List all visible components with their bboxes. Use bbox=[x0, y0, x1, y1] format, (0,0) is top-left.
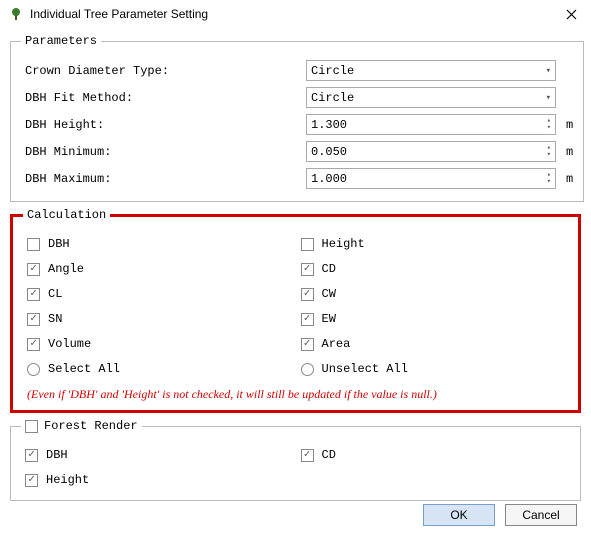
checkbox-label: Height bbox=[46, 473, 89, 487]
spin-arrows-icon: ▴▾ bbox=[547, 172, 551, 186]
chevron-down-icon: ▾ bbox=[546, 93, 551, 103]
ok-button[interactable]: OK bbox=[423, 504, 495, 526]
calc-checkbox-item[interactable]: Area bbox=[301, 334, 565, 354]
crown-diameter-type-value: Circle bbox=[311, 64, 354, 78]
titlebar: Individual Tree Parameter Setting bbox=[0, 0, 591, 28]
close-icon bbox=[566, 9, 577, 20]
checkbox[interactable] bbox=[27, 263, 40, 276]
dbh-fit-method-value: Circle bbox=[311, 91, 354, 105]
checkbox[interactable] bbox=[27, 338, 40, 351]
checkbox-label: Volume bbox=[48, 337, 91, 351]
checkbox-label: Area bbox=[322, 337, 351, 351]
unit-m: m bbox=[566, 145, 573, 159]
select-all-radio[interactable]: Select All bbox=[27, 359, 291, 379]
crown-diameter-type-label: Crown Diameter Type: bbox=[21, 64, 306, 78]
calculation-legend: Calculation bbox=[23, 208, 110, 222]
window-title: Individual Tree Parameter Setting bbox=[30, 7, 559, 21]
dbh-maximum-label: DBH Maximum: bbox=[21, 172, 306, 186]
calc-checkbox-item[interactable]: CD bbox=[301, 259, 565, 279]
checkbox[interactable] bbox=[301, 338, 314, 351]
checkbox[interactable] bbox=[27, 313, 40, 326]
unit-m: m bbox=[566, 118, 573, 132]
checkbox[interactable] bbox=[301, 238, 314, 251]
checkbox-label: Height bbox=[322, 237, 365, 251]
checkbox-label: DBH bbox=[46, 448, 68, 462]
forest-render-checkbox[interactable] bbox=[25, 420, 38, 433]
crown-diameter-type-combo[interactable]: Circle ▾ bbox=[306, 60, 556, 81]
checkbox-label: CL bbox=[48, 287, 62, 301]
calc-checkbox-item[interactable]: CW bbox=[301, 284, 565, 304]
unselect-all-radio[interactable]: Unselect All bbox=[301, 359, 565, 379]
calculation-note: (Even if 'DBH' and 'Height' is not check… bbox=[23, 387, 568, 402]
dbh-height-value: 1.300 bbox=[311, 118, 347, 132]
calc-checkbox-item[interactable]: CL bbox=[27, 284, 291, 304]
dbh-fit-method-combo[interactable]: Circle ▾ bbox=[306, 87, 556, 108]
radio[interactable] bbox=[301, 363, 314, 376]
checkbox[interactable] bbox=[27, 238, 40, 251]
calc-checkbox-item[interactable]: EW bbox=[301, 309, 565, 329]
checkbox-label: CW bbox=[322, 287, 336, 301]
dbh-height-label: DBH Height: bbox=[21, 118, 306, 132]
dbh-maximum-value: 1.000 bbox=[311, 172, 347, 186]
cancel-button[interactable]: Cancel bbox=[505, 504, 577, 526]
close-button[interactable] bbox=[559, 4, 583, 24]
forest-checkbox-item[interactable]: DBH bbox=[25, 445, 291, 465]
radio-label: Unselect All bbox=[322, 362, 408, 376]
checkbox[interactable] bbox=[27, 288, 40, 301]
dbh-minimum-value: 0.050 bbox=[311, 145, 347, 159]
checkbox-label: Angle bbox=[48, 262, 84, 276]
checkbox-label: DBH bbox=[48, 237, 70, 251]
checkbox[interactable] bbox=[25, 474, 38, 487]
parameters-group: Parameters Crown Diameter Type: Circle ▾… bbox=[10, 34, 584, 202]
radio[interactable] bbox=[27, 363, 40, 376]
dbh-minimum-label: DBH Minimum: bbox=[21, 145, 306, 159]
forest-render-legend: Forest Render bbox=[44, 419, 138, 433]
calculation-group: Calculation DBH Height Angle CD CL CW SN EW Volu… bbox=[10, 208, 581, 413]
parameters-legend: Parameters bbox=[21, 34, 101, 48]
spin-arrows-icon: ▴▾ bbox=[547, 118, 551, 132]
calc-checkbox-item[interactable]: SN bbox=[27, 309, 291, 329]
calc-checkbox-item[interactable]: Volume bbox=[27, 334, 291, 354]
button-row: OK Cancel bbox=[423, 504, 577, 526]
dbh-fit-method-label: DBH Fit Method: bbox=[21, 91, 306, 105]
checkbox[interactable] bbox=[301, 288, 314, 301]
spin-arrows-icon: ▴▾ bbox=[547, 145, 551, 159]
checkbox[interactable] bbox=[25, 449, 38, 462]
unit-m: m bbox=[566, 172, 573, 186]
checkbox-label: CD bbox=[322, 448, 336, 462]
calc-checkbox-item[interactable]: Angle bbox=[27, 259, 291, 279]
forest-checkbox-item[interactable]: Height bbox=[25, 470, 291, 490]
checkbox[interactable] bbox=[301, 313, 314, 326]
forest-checkbox-item[interactable]: CD bbox=[301, 445, 567, 465]
dbh-minimum-spinner[interactable]: 0.050 ▴▾ bbox=[306, 141, 556, 162]
calc-checkbox-item[interactable]: Height bbox=[301, 234, 565, 254]
dbh-maximum-spinner[interactable]: 1.000 ▴▾ bbox=[306, 168, 556, 189]
radio-label: Select All bbox=[48, 362, 120, 376]
checkbox[interactable] bbox=[301, 449, 314, 462]
checkbox[interactable] bbox=[301, 263, 314, 276]
checkbox-label: CD bbox=[322, 262, 336, 276]
checkbox-label: EW bbox=[322, 312, 336, 326]
dbh-height-spinner[interactable]: 1.300 ▴▾ bbox=[306, 114, 556, 135]
checkbox-label: SN bbox=[48, 312, 62, 326]
app-icon bbox=[8, 6, 24, 22]
chevron-down-icon: ▾ bbox=[546, 66, 551, 76]
forest-render-group: Forest Render DBH CD Height bbox=[10, 419, 581, 501]
calc-checkbox-item[interactable]: DBH bbox=[27, 234, 291, 254]
